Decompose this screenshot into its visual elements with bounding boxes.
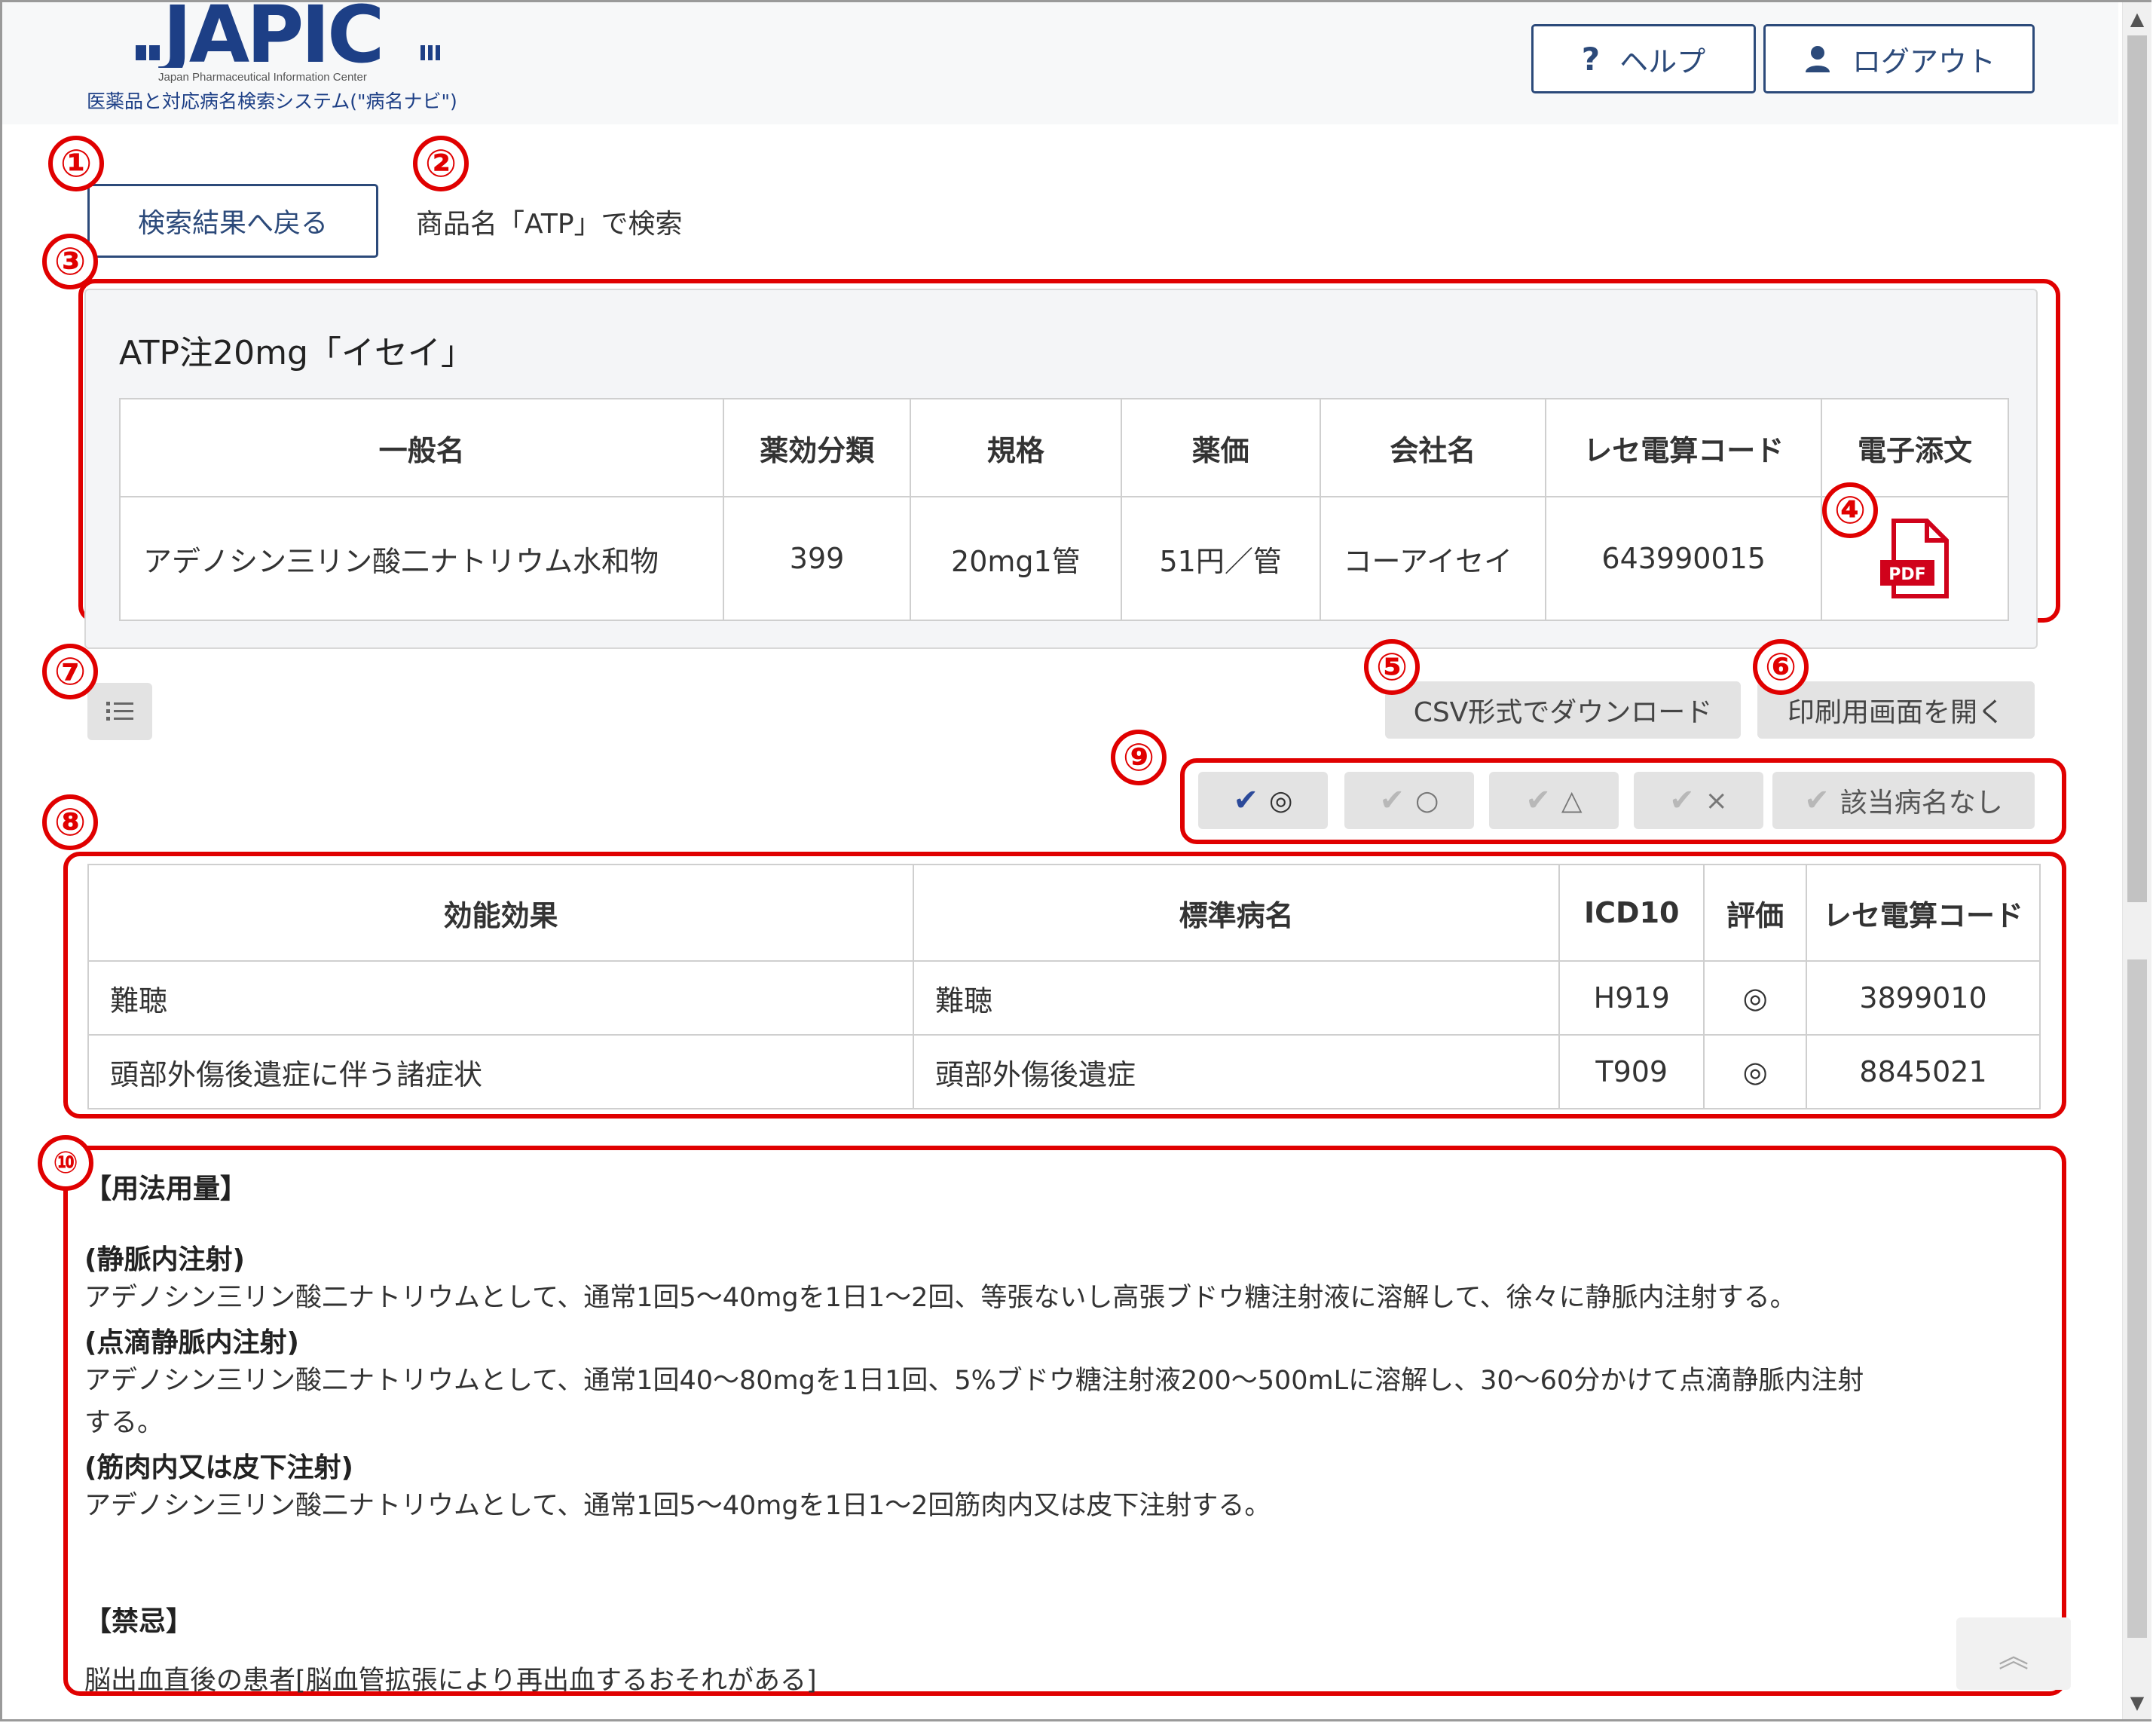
section-text: アデノシン三リン酸二ナトリウムとして、通常1回5～40mgを1日1～2回、等張な… [84,1283,1797,1313]
filter-triangle-button[interactable]: ✔ △ [1489,772,1619,829]
search-query-text: 商品名「ATP」で検索 [416,209,683,240]
callout-6: ⑥ [1753,639,1809,695]
user-icon [1805,46,1830,72]
help-button[interactable]: ? ヘルプ [1531,24,1756,93]
callout-1: ① [48,136,104,191]
filter-circle-button[interactable]: ✔ ○ [1344,772,1474,829]
section-title: (静脈内注射) [84,1244,245,1275]
table-row: 頭部外傷後遺症に伴う諸症状 頭部外傷後遺症 T909 ◎ 8845021 [87,1034,2041,1109]
check-icon: ✔ [1525,783,1551,818]
section-text: する。 [84,1408,164,1438]
scroll-to-top-button[interactable]: ︽ [1956,1617,2071,1690]
disease-table: 効能効果 標準病名 ICD10 評価 レセ電算コード 難聴 難聴 H919 ◎ … [87,864,2041,1109]
toc-button[interactable] [87,683,152,740]
csv-download-button[interactable]: CSV形式でダウンロード [1385,681,1741,739]
filter-label: ○ [1415,785,1439,816]
code: 643990015 [1545,496,1823,621]
table-row: 難聴 難聴 H919 ◎ 3899010 [87,960,2041,1036]
section-text: アデノシン三リン酸二ナトリウムとして、通常1回40～80mgを1日1回、5%ブド… [84,1366,1864,1396]
col-price: 薬価 [1120,398,1321,497]
check-icon: ✔ [1804,783,1830,818]
filter-label: ◎ [1269,785,1293,816]
logo-subtitle: Japan Pharmaceutical Information Center [158,71,367,84]
check-icon: ✔ [1379,783,1405,818]
contraindication-heading: 【禁忌】 [84,1606,194,1637]
callout-5: ⑤ [1364,639,1420,695]
double-chevron-up-icon: ︽ [1999,1639,2029,1674]
logout-label: ログアウト [1852,44,1995,78]
product-header-row: 一般名 薬効分類 規格 薬価 会社名 レセ電算コード 電子添文 [118,398,2009,497]
check-icon: ✔ [1233,783,1259,818]
filter-label: 該当病名なし [1839,788,2003,819]
vertical-scrollbar[interactable]: ▲ ▼ [2122,2,2151,1719]
product-row: アデノシン三リン酸二ナトリウム水和物 399 20mg1管 51円／管 コーアイ… [118,496,2009,621]
callout-9: ⑨ [1111,730,1167,785]
callout-2: ② [413,136,469,191]
check-icon: ✔ [1669,783,1695,818]
product-table: 一般名 薬効分類 規格 薬価 会社名 レセ電算コード 電子添文 アデノシン三リン… [118,398,2009,621]
disease-name-cell: 頭部外傷後遺症 [913,1034,1561,1109]
callout-4: ④ [1822,482,1878,538]
company: コーアイセイ [1319,496,1547,621]
effect-cell: 頭部外傷後遺症に伴う諸症状 [87,1034,915,1109]
section-text: アデノシン三リン酸二ナトリウムとして、通常1回5～40mgを1日1～2回筋肉内又… [84,1491,1271,1521]
pdf-icon[interactable]: PDF [1877,518,1953,599]
filter-label: △ [1561,785,1583,816]
open-print-view-button[interactable]: 印刷用画面を開く [1757,681,2035,739]
filter-double-circle-button[interactable]: ✔ ◎ [1198,772,1328,829]
svg-text:JAPIC: JAPIC [158,0,381,68]
filter-cross-button[interactable]: ✔ × [1634,772,1763,829]
contraindication-text: 脳出血直後の患者[脳血管拡張により再出血するおそれがある] [84,1666,817,1696]
rating-cell: ◎ [1703,960,1808,1036]
effect-cell: 難聴 [87,960,915,1036]
col-standard-name: 標準病名 [913,864,1561,962]
icd10-cell: T909 [1558,1034,1705,1109]
code-cell: 8845021 [1806,1034,2041,1109]
scroll-thumb[interactable] [2127,35,2147,902]
help-label: ヘルプ [1619,44,1706,78]
col-code: レセ電算コード [1545,398,1823,497]
question-icon: ? [1581,40,1601,78]
col-company: 会社名 [1319,398,1547,497]
disease-header-row: 効能効果 標準病名 ICD10 評価 レセ電算コード [87,864,2041,962]
list-icon [106,702,133,721]
back-to-results-button[interactable]: 検索結果へ戻る [87,184,378,258]
section-title: (点滴静脈内注射) [84,1327,299,1358]
disease-name-cell: 難聴 [913,960,1561,1036]
system-name: 医薬品と対応病名検索システム("病名ナビ") [87,90,457,112]
logout-button[interactable]: ログアウト [1763,24,2035,93]
usage-section: 【用法用量】 (静脈内注射) アデノシン三リン酸二ナトリウムとして、通常1回5～… [84,1167,2044,1702]
filter-label: × [1705,785,1728,816]
callout-10: ⑩ [38,1135,93,1191]
usage-heading: 【用法用量】 [84,1174,248,1204]
product-title: ATP注20mg「イセイ」 [119,334,474,372]
section-title: (筋肉内又は皮下注射) [84,1452,353,1483]
filter-no-disease-button[interactable]: ✔ 該当病名なし [1772,772,2035,829]
code-cell: 3899010 [1806,960,2041,1036]
callout-3: ③ [42,234,98,289]
scroll-down-arrow-icon[interactable]: ▼ [2123,1686,2151,1719]
scroll-up-arrow-icon[interactable]: ▲ [2123,2,2151,35]
col-category: 薬効分類 [723,398,911,497]
generic-name: アデノシン三リン酸二ナトリウム水和物 [118,496,725,621]
col-generic-name: 一般名 [118,398,725,497]
col-rating: 評価 [1703,864,1808,962]
rating-cell: ◎ [1703,1034,1808,1109]
price: 51円／管 [1120,496,1321,621]
col-effect: 効能効果 [87,864,915,962]
japic-logo: JAPIC [136,0,440,68]
spec: 20mg1管 [909,496,1122,621]
col-icd10: ICD10 [1558,864,1705,962]
svg-text:PDF: PDF [1888,565,1925,584]
col-spec: 規格 [909,398,1122,497]
callout-7: ⑦ [42,644,98,699]
category: 399 [723,496,911,621]
icd10-cell: H919 [1558,960,1705,1036]
scroll-track [2127,959,2147,1638]
callout-8: ⑧ [42,794,98,850]
col-code: レセ電算コード [1806,864,2041,962]
